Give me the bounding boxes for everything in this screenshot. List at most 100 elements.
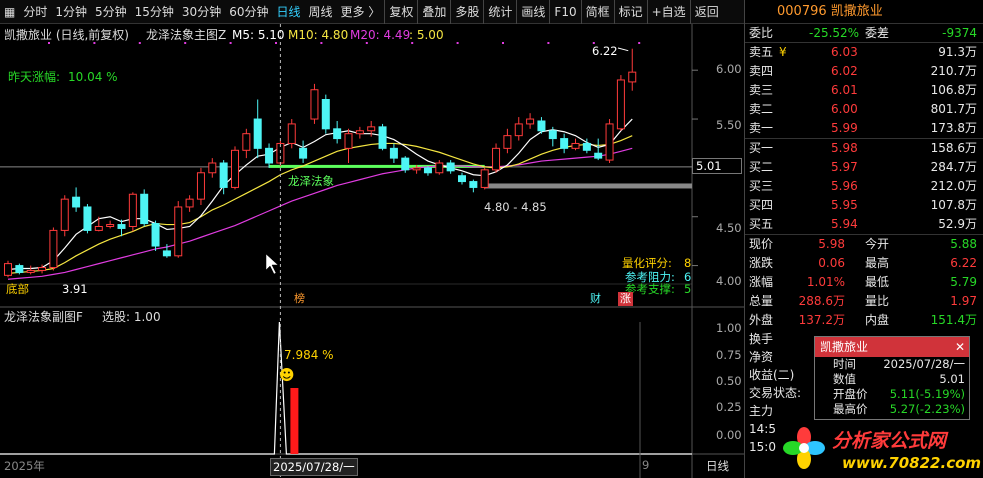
ma5-line — [7, 118, 633, 271]
stat-label: 涨跌 — [749, 256, 774, 270]
sell-volume: 173.8万 — [930, 121, 977, 135]
stat-value: 288.6万 — [798, 294, 845, 308]
sell-volume: 210.7万 — [930, 64, 977, 78]
high-mark: 6.22 — [592, 44, 618, 58]
watermark-url: www.70822.com — [842, 454, 982, 472]
tooltip-key: 最高价 — [833, 402, 868, 416]
sell-label: 卖二 — [749, 102, 774, 116]
zone-label: 龙泽法象 — [288, 174, 334, 188]
tooltip-value: 5.11(-5.19%) — [889, 387, 965, 401]
kline-chart[interactable] — [0, 24, 744, 478]
sub-y-tick-100: 1.00 — [716, 321, 742, 335]
candle-body — [60, 198, 69, 231]
candle-body — [128, 193, 137, 227]
candle-body — [231, 149, 239, 188]
tab-1min[interactable]: 1分钟 — [51, 0, 91, 24]
tab-more[interactable]: 更多 〉 — [337, 0, 385, 24]
candle-body — [219, 162, 228, 188]
event-tag-bang[interactable]: 榜 — [294, 292, 305, 306]
candle-body — [616, 79, 625, 130]
signal-dot — [184, 42, 187, 44]
mark-button[interactable]: 标记 — [613, 0, 647, 24]
simple-frame-button[interactable]: 简框 — [580, 0, 614, 24]
candle-body — [401, 157, 410, 171]
buy-price: 5.97 — [831, 160, 858, 174]
back-button[interactable]: 返回 — [689, 0, 723, 24]
tooltip-row: 开盘价 5.11(-5.19%) — [815, 387, 969, 402]
tab-15min[interactable]: 15分钟 — [131, 0, 178, 24]
candle-body — [333, 128, 342, 140]
adjust-button[interactable]: 复权 — [384, 0, 417, 24]
chart-title: 凯撒旅业 (日线,前复权) — [4, 28, 129, 42]
buy-row: 买二 5.97 284.7万 — [745, 158, 983, 177]
sub-line — [0, 321, 692, 455]
sell-label: 卖一 — [749, 121, 774, 135]
indicator-name[interactable]: 龙泽法象主图Z — [146, 28, 226, 42]
candle-body — [265, 147, 274, 164]
f10-button[interactable]: F10 — [549, 0, 580, 24]
period-button[interactable]: 日线 — [706, 458, 729, 474]
tab-daily[interactable]: 日线 — [272, 0, 304, 24]
sell-price: 6.02 — [831, 64, 858, 78]
tab-30min[interactable]: 30分钟 — [178, 0, 225, 24]
buy-volume: 158.6万 — [930, 141, 977, 155]
close-icon[interactable]: ✕ — [955, 337, 965, 357]
sub-red-bar — [290, 388, 299, 454]
tab-60min[interactable]: 60分钟 — [225, 0, 272, 24]
candle-body — [83, 206, 92, 231]
buy-label: 买二 — [749, 160, 774, 174]
stat-label-2: 量比 — [865, 294, 890, 308]
sell-price: 6.03 — [831, 45, 858, 59]
stat-value: 137.2万 — [798, 313, 845, 327]
y-tick-600: 6.00 — [716, 62, 742, 76]
draw-button[interactable]: 画线 — [516, 0, 549, 24]
low-mark: 3.91 — [62, 282, 88, 296]
toolbar-icon-menu[interactable]: ▦ — [0, 0, 19, 24]
signal-dot — [275, 42, 277, 44]
candle-body — [140, 193, 149, 225]
candle-body — [299, 147, 308, 159]
sell-row: 卖一 5.99 173.8万 — [745, 119, 983, 138]
tab-5min[interactable]: 5分钟 — [91, 0, 131, 24]
signal-dot — [48, 42, 50, 44]
sell-price: 5.99 — [831, 121, 858, 135]
buy-volume: 107.8万 — [930, 198, 977, 212]
event-tag-cai[interactable]: 财 — [590, 292, 601, 306]
stat-value-2: 5.88 — [950, 237, 977, 251]
stat-value: 0.06 — [818, 256, 845, 270]
sub-indicator-name[interactable]: 龙泽法象副图F — [4, 310, 83, 324]
tooltip-value: 5.27(-2.23%) — [889, 402, 965, 416]
high-arrow — [617, 47, 629, 52]
ma10-label: M10: 4.80 — [288, 28, 349, 42]
stat-value: 1.01% — [806, 275, 845, 289]
tooltip-key: 时间 — [833, 357, 856, 371]
extra-label: 14:5 — [749, 422, 776, 436]
signal-dot — [320, 42, 323, 44]
multi-stock-button[interactable]: 多股 — [450, 0, 483, 24]
tab-fenshi[interactable]: 分时 — [19, 0, 51, 24]
candle-body — [423, 167, 432, 174]
sell-price: 6.01 — [831, 83, 858, 97]
stat-value-2: 6.22 — [950, 256, 977, 270]
overlay-button[interactable]: 叠加 — [417, 0, 450, 24]
stats-button[interactable]: 统计 — [483, 0, 516, 24]
signal-dot — [229, 42, 232, 44]
y-tick-550: 5.50 — [716, 118, 742, 132]
add-watchlist-button[interactable]: +自选 — [646, 0, 690, 24]
tooltip-header: 凯撒旅业 ✕ — [815, 337, 969, 357]
event-tag-zhang[interactable]: 涨 — [618, 292, 633, 306]
buy-row: 买四 5.95 107.8万 — [745, 196, 983, 215]
candle-body — [185, 198, 194, 208]
tab-weekly[interactable]: 周线 — [305, 0, 337, 24]
extra-label: 15:0 — [749, 440, 776, 454]
candle-body — [253, 118, 262, 149]
sell-row: 卖二 6.00 801.7万 — [745, 100, 983, 119]
stat-label-2: 内盘 — [865, 313, 890, 327]
y-tick-450: 4.50 — [716, 221, 742, 235]
date-cursor-label: 2025/07/28/一 — [270, 458, 358, 476]
candle-body — [537, 120, 546, 132]
sell-volume: 91.3万 — [938, 45, 977, 59]
signal-dot — [365, 42, 368, 44]
buy-price: 5.96 — [831, 179, 858, 193]
mouse-cursor-icon — [265, 253, 279, 275]
